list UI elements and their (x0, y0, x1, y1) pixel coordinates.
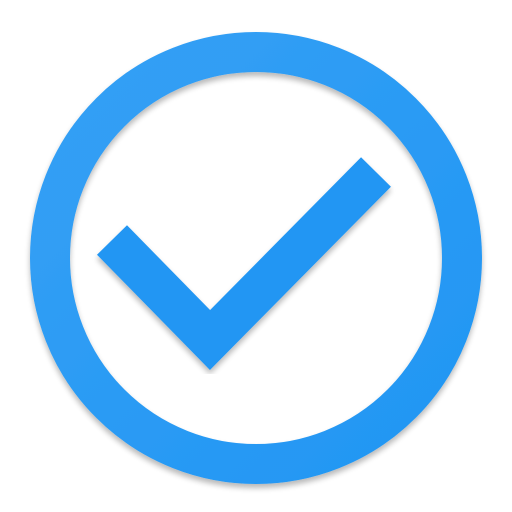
check-circle-icon (30, 32, 482, 484)
icon-canvas (0, 0, 512, 512)
check-mark (97, 157, 391, 370)
